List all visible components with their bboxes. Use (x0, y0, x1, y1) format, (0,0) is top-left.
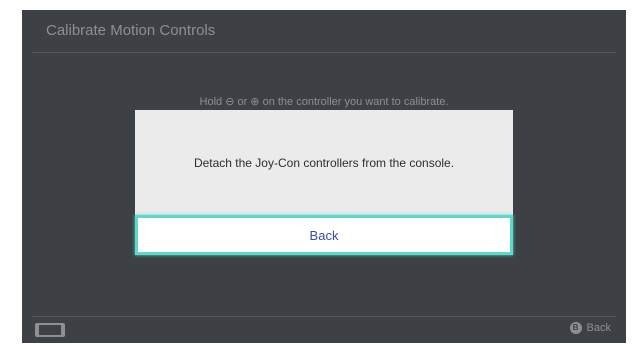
footer-back-label: Back (586, 322, 611, 334)
detach-dialog: Detach the Joy-Con controllers from the … (135, 110, 513, 255)
calibrate-motion-controls-screen: Calibrate Motion Controls Hold ⊖ or ⊕ on… (22, 10, 626, 343)
dialog-message: Detach the Joy-Con controllers from the … (193, 155, 455, 170)
calibration-instruction: Hold ⊖ or ⊕ on the controller you want t… (199, 96, 449, 108)
title-divider (32, 52, 616, 53)
footer-divider (32, 316, 616, 317)
console-icon (35, 323, 65, 337)
b-button-icon: B (569, 322, 582, 334)
back-button[interactable]: Back (135, 215, 513, 255)
footer-back-hint[interactable]: B Back (569, 322, 611, 334)
page-title: Calibrate Motion Controls (46, 22, 216, 39)
